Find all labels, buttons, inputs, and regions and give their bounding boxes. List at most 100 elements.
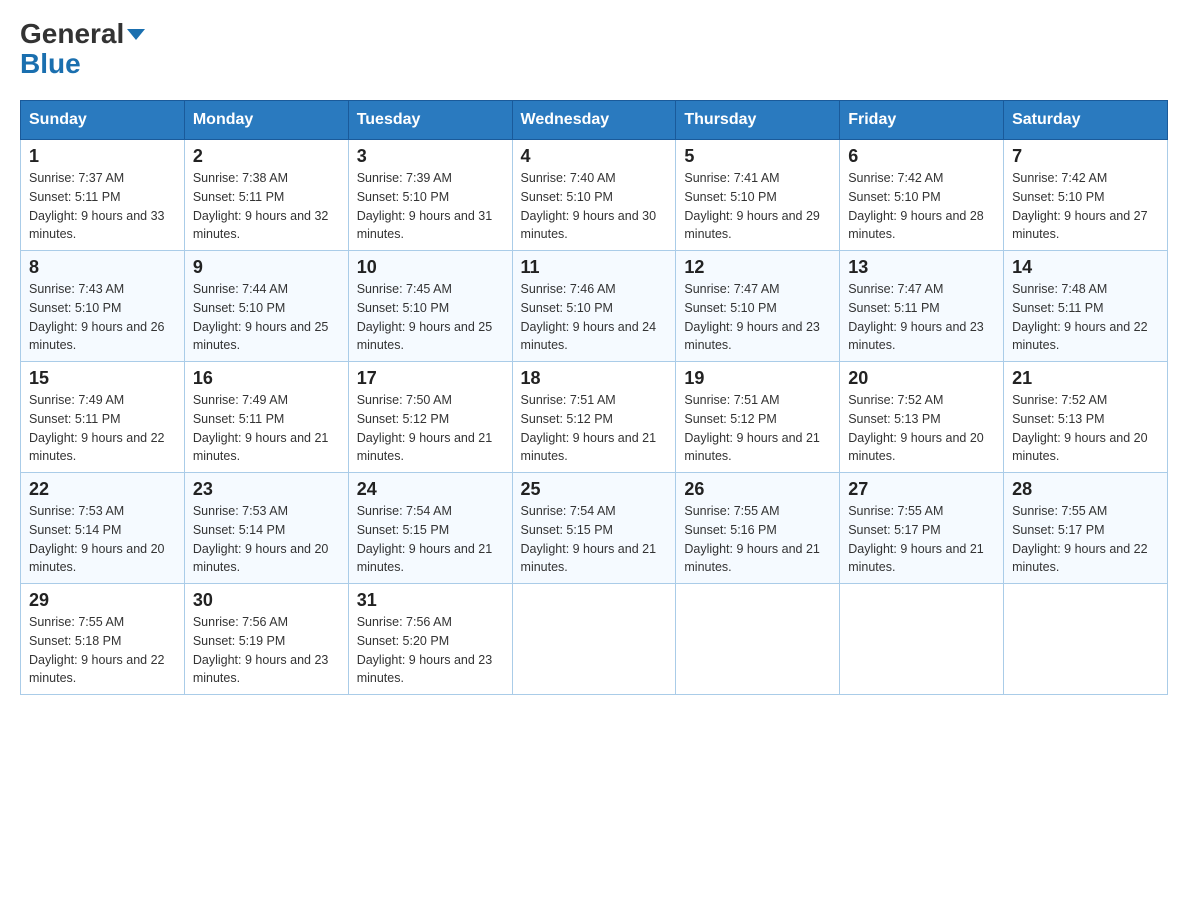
day-number: 17 <box>357 368 504 389</box>
day-info: Sunrise: 7:53 AMSunset: 5:14 PMDaylight:… <box>29 504 165 574</box>
day-info: Sunrise: 7:56 AMSunset: 5:20 PMDaylight:… <box>357 615 493 685</box>
day-header-thursday: Thursday <box>676 101 840 140</box>
calendar-cell: 20 Sunrise: 7:52 AMSunset: 5:13 PMDaylig… <box>840 362 1004 473</box>
calendar-header-row: SundayMondayTuesdayWednesdayThursdayFrid… <box>21 101 1168 140</box>
calendar-cell: 14 Sunrise: 7:48 AMSunset: 5:11 PMDaylig… <box>1004 251 1168 362</box>
day-info: Sunrise: 7:43 AMSunset: 5:10 PMDaylight:… <box>29 282 165 352</box>
day-number: 14 <box>1012 257 1159 278</box>
calendar-cell: 8 Sunrise: 7:43 AMSunset: 5:10 PMDayligh… <box>21 251 185 362</box>
day-info: Sunrise: 7:52 AMSunset: 5:13 PMDaylight:… <box>1012 393 1148 463</box>
day-info: Sunrise: 7:52 AMSunset: 5:13 PMDaylight:… <box>848 393 984 463</box>
day-number: 4 <box>521 146 668 167</box>
calendar-cell: 25 Sunrise: 7:54 AMSunset: 5:15 PMDaylig… <box>512 473 676 584</box>
calendar-cell <box>512 584 676 695</box>
day-number: 12 <box>684 257 831 278</box>
day-number: 21 <box>1012 368 1159 389</box>
calendar-cell: 5 Sunrise: 7:41 AMSunset: 5:10 PMDayligh… <box>676 140 840 251</box>
day-number: 18 <box>521 368 668 389</box>
calendar-cell: 19 Sunrise: 7:51 AMSunset: 5:12 PMDaylig… <box>676 362 840 473</box>
day-header-friday: Friday <box>840 101 1004 140</box>
day-info: Sunrise: 7:38 AMSunset: 5:11 PMDaylight:… <box>193 171 329 241</box>
calendar-cell: 23 Sunrise: 7:53 AMSunset: 5:14 PMDaylig… <box>184 473 348 584</box>
logo: General Blue <box>20 20 145 80</box>
day-number: 7 <box>1012 146 1159 167</box>
day-number: 25 <box>521 479 668 500</box>
day-number: 24 <box>357 479 504 500</box>
calendar-cell: 29 Sunrise: 7:55 AMSunset: 5:18 PMDaylig… <box>21 584 185 695</box>
calendar-week-5: 29 Sunrise: 7:55 AMSunset: 5:18 PMDaylig… <box>21 584 1168 695</box>
day-info: Sunrise: 7:42 AMSunset: 5:10 PMDaylight:… <box>848 171 984 241</box>
day-number: 30 <box>193 590 340 611</box>
day-number: 19 <box>684 368 831 389</box>
calendar-cell: 16 Sunrise: 7:49 AMSunset: 5:11 PMDaylig… <box>184 362 348 473</box>
day-info: Sunrise: 7:45 AMSunset: 5:10 PMDaylight:… <box>357 282 493 352</box>
day-info: Sunrise: 7:56 AMSunset: 5:19 PMDaylight:… <box>193 615 329 685</box>
calendar-cell: 28 Sunrise: 7:55 AMSunset: 5:17 PMDaylig… <box>1004 473 1168 584</box>
day-info: Sunrise: 7:48 AMSunset: 5:11 PMDaylight:… <box>1012 282 1148 352</box>
calendar-cell <box>676 584 840 695</box>
calendar-cell <box>1004 584 1168 695</box>
calendar-week-3: 15 Sunrise: 7:49 AMSunset: 5:11 PMDaylig… <box>21 362 1168 473</box>
day-number: 11 <box>521 257 668 278</box>
day-header-sunday: Sunday <box>21 101 185 140</box>
day-info: Sunrise: 7:49 AMSunset: 5:11 PMDaylight:… <box>193 393 329 463</box>
day-number: 31 <box>357 590 504 611</box>
day-info: Sunrise: 7:50 AMSunset: 5:12 PMDaylight:… <box>357 393 493 463</box>
day-number: 16 <box>193 368 340 389</box>
day-number: 28 <box>1012 479 1159 500</box>
calendar-cell: 30 Sunrise: 7:56 AMSunset: 5:19 PMDaylig… <box>184 584 348 695</box>
day-number: 27 <box>848 479 995 500</box>
day-number: 13 <box>848 257 995 278</box>
day-info: Sunrise: 7:42 AMSunset: 5:10 PMDaylight:… <box>1012 171 1148 241</box>
day-number: 15 <box>29 368 176 389</box>
day-header-tuesday: Tuesday <box>348 101 512 140</box>
calendar-cell: 15 Sunrise: 7:49 AMSunset: 5:11 PMDaylig… <box>21 362 185 473</box>
calendar-cell: 26 Sunrise: 7:55 AMSunset: 5:16 PMDaylig… <box>676 473 840 584</box>
calendar-cell: 6 Sunrise: 7:42 AMSunset: 5:10 PMDayligh… <box>840 140 1004 251</box>
day-info: Sunrise: 7:54 AMSunset: 5:15 PMDaylight:… <box>357 504 493 574</box>
calendar-table: SundayMondayTuesdayWednesdayThursdayFrid… <box>20 100 1168 695</box>
day-info: Sunrise: 7:51 AMSunset: 5:12 PMDaylight:… <box>684 393 820 463</box>
day-info: Sunrise: 7:55 AMSunset: 5:16 PMDaylight:… <box>684 504 820 574</box>
day-number: 2 <box>193 146 340 167</box>
calendar-cell: 24 Sunrise: 7:54 AMSunset: 5:15 PMDaylig… <box>348 473 512 584</box>
calendar-cell: 4 Sunrise: 7:40 AMSunset: 5:10 PMDayligh… <box>512 140 676 251</box>
calendar-cell: 11 Sunrise: 7:46 AMSunset: 5:10 PMDaylig… <box>512 251 676 362</box>
calendar-week-2: 8 Sunrise: 7:43 AMSunset: 5:10 PMDayligh… <box>21 251 1168 362</box>
calendar-cell: 17 Sunrise: 7:50 AMSunset: 5:12 PMDaylig… <box>348 362 512 473</box>
day-info: Sunrise: 7:46 AMSunset: 5:10 PMDaylight:… <box>521 282 657 352</box>
calendar-cell: 2 Sunrise: 7:38 AMSunset: 5:11 PMDayligh… <box>184 140 348 251</box>
day-info: Sunrise: 7:55 AMSunset: 5:18 PMDaylight:… <box>29 615 165 685</box>
day-info: Sunrise: 7:54 AMSunset: 5:15 PMDaylight:… <box>521 504 657 574</box>
calendar-week-4: 22 Sunrise: 7:53 AMSunset: 5:14 PMDaylig… <box>21 473 1168 584</box>
day-number: 23 <box>193 479 340 500</box>
day-number: 5 <box>684 146 831 167</box>
calendar-cell: 27 Sunrise: 7:55 AMSunset: 5:17 PMDaylig… <box>840 473 1004 584</box>
logo-line1: General <box>20 20 145 48</box>
day-info: Sunrise: 7:51 AMSunset: 5:12 PMDaylight:… <box>521 393 657 463</box>
day-info: Sunrise: 7:55 AMSunset: 5:17 PMDaylight:… <box>848 504 984 574</box>
day-number: 9 <box>193 257 340 278</box>
day-number: 8 <box>29 257 176 278</box>
calendar-cell: 22 Sunrise: 7:53 AMSunset: 5:14 PMDaylig… <box>21 473 185 584</box>
calendar-week-1: 1 Sunrise: 7:37 AMSunset: 5:11 PMDayligh… <box>21 140 1168 251</box>
calendar-cell: 1 Sunrise: 7:37 AMSunset: 5:11 PMDayligh… <box>21 140 185 251</box>
calendar-cell: 9 Sunrise: 7:44 AMSunset: 5:10 PMDayligh… <box>184 251 348 362</box>
day-header-monday: Monday <box>184 101 348 140</box>
day-info: Sunrise: 7:47 AMSunset: 5:11 PMDaylight:… <box>848 282 984 352</box>
day-number: 6 <box>848 146 995 167</box>
day-number: 29 <box>29 590 176 611</box>
day-header-saturday: Saturday <box>1004 101 1168 140</box>
calendar-cell: 31 Sunrise: 7:56 AMSunset: 5:20 PMDaylig… <box>348 584 512 695</box>
calendar-cell <box>840 584 1004 695</box>
day-number: 10 <box>357 257 504 278</box>
day-info: Sunrise: 7:53 AMSunset: 5:14 PMDaylight:… <box>193 504 329 574</box>
day-info: Sunrise: 7:47 AMSunset: 5:10 PMDaylight:… <box>684 282 820 352</box>
calendar-cell: 7 Sunrise: 7:42 AMSunset: 5:10 PMDayligh… <box>1004 140 1168 251</box>
day-number: 3 <box>357 146 504 167</box>
day-number: 20 <box>848 368 995 389</box>
calendar-cell: 18 Sunrise: 7:51 AMSunset: 5:12 PMDaylig… <box>512 362 676 473</box>
calendar-cell: 13 Sunrise: 7:47 AMSunset: 5:11 PMDaylig… <box>840 251 1004 362</box>
calendar-cell: 12 Sunrise: 7:47 AMSunset: 5:10 PMDaylig… <box>676 251 840 362</box>
calendar-cell: 21 Sunrise: 7:52 AMSunset: 5:13 PMDaylig… <box>1004 362 1168 473</box>
